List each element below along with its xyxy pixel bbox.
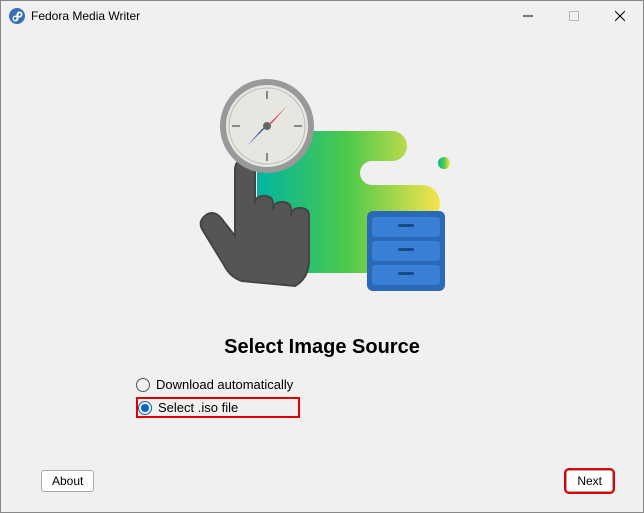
fedora-icon (9, 8, 25, 24)
radio-icon (136, 378, 150, 392)
radio-select-iso-file[interactable]: Select .iso file (136, 397, 300, 418)
drawer-icon (367, 211, 445, 291)
footer: About Next (41, 470, 613, 492)
radio-label: Select .iso file (158, 400, 238, 415)
maximize-button (551, 1, 597, 31)
radio-icon (138, 401, 152, 415)
source-options: Download automatically Select .iso file (136, 376, 300, 422)
page-heading: Select Image Source (1, 336, 643, 359)
about-button[interactable]: About (41, 470, 94, 492)
close-button[interactable] (597, 1, 643, 31)
titlebar: Fedora Media Writer (1, 1, 643, 31)
next-button[interactable]: Next (566, 470, 613, 492)
content-area: Select Image Source Download automatical… (1, 31, 643, 512)
window-title: Fedora Media Writer (31, 9, 505, 23)
window-controls (505, 1, 643, 31)
hero-illustration (172, 71, 472, 311)
compass-icon (223, 82, 311, 170)
radio-label: Download automatically (156, 377, 293, 392)
radio-download-automatically[interactable]: Download automatically (136, 376, 300, 393)
minimize-button[interactable] (505, 1, 551, 31)
